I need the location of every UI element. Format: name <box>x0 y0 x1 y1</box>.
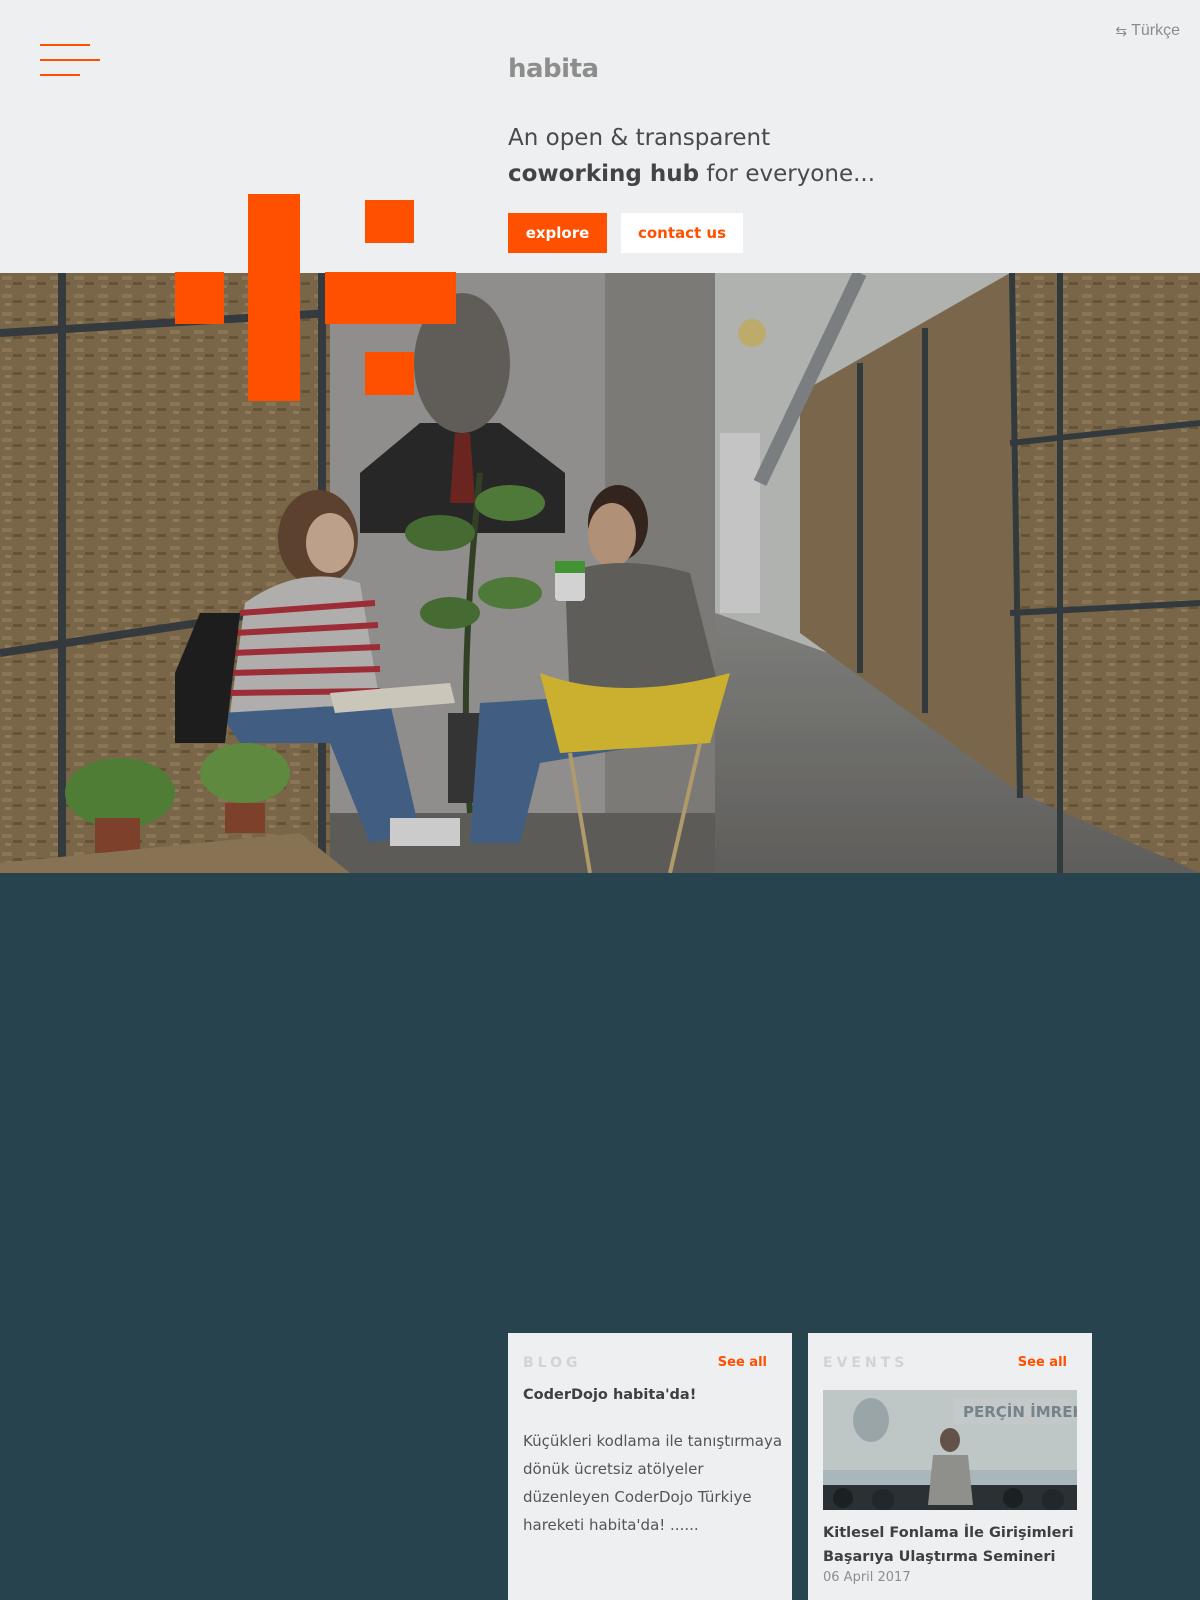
habita-logo[interactable]: habita <box>508 54 599 84</box>
blog-post-excerpt: Küçükleri kodlama ile tanıştırmaya dönük… <box>523 1432 783 1534</box>
event-title[interactable]: Kitlesel Fonlama İle Girişimleri Başarıy… <box>823 1521 1085 1569</box>
blog-label: BLOG <box>523 1355 582 1371</box>
events-card: EVENTS See all PERÇİN İMREK Kitlesel Fon… <box>808 1333 1092 1600</box>
tagline-line-1: An open & transparent <box>508 125 771 151</box>
blog-post-title[interactable]: CoderDojo habita'da! <box>523 1383 779 1407</box>
event-photo: PERÇİN İMREK <box>823 1390 1077 1510</box>
events-label: EVENTS <box>823 1355 909 1371</box>
explore-button[interactable]: explore <box>508 213 607 253</box>
events-see-all-link[interactable]: See all <box>1018 1355 1067 1370</box>
language-label: Türkçe <box>1131 22 1180 39</box>
event-date: 06 April 2017 <box>823 1570 911 1585</box>
tagline-rest: for everyone... <box>699 161 876 187</box>
tagline-bold: coworking hub <box>508 161 700 187</box>
language-switch[interactable]: ⇆ Türkçe <box>1115 22 1180 40</box>
blog-see-all-link[interactable]: See all <box>718 1355 767 1370</box>
habita-brand-mark-icon <box>175 194 456 401</box>
event-thumbnail[interactable]: PERÇİN İMREK <box>823 1390 1077 1510</box>
swap-arrows-icon: ⇆ <box>1115 22 1128 39</box>
tagline-line-2: coworking hub for everyone... <box>508 156 875 192</box>
blog-card: BLOG See all CoderDojo habita'da! Küçükl… <box>508 1333 792 1600</box>
hamburger-menu-icon[interactable] <box>40 44 100 76</box>
hero-tagline: An open & transparent coworking hub for … <box>508 120 875 192</box>
contact-us-button[interactable]: contact us <box>621 213 743 253</box>
